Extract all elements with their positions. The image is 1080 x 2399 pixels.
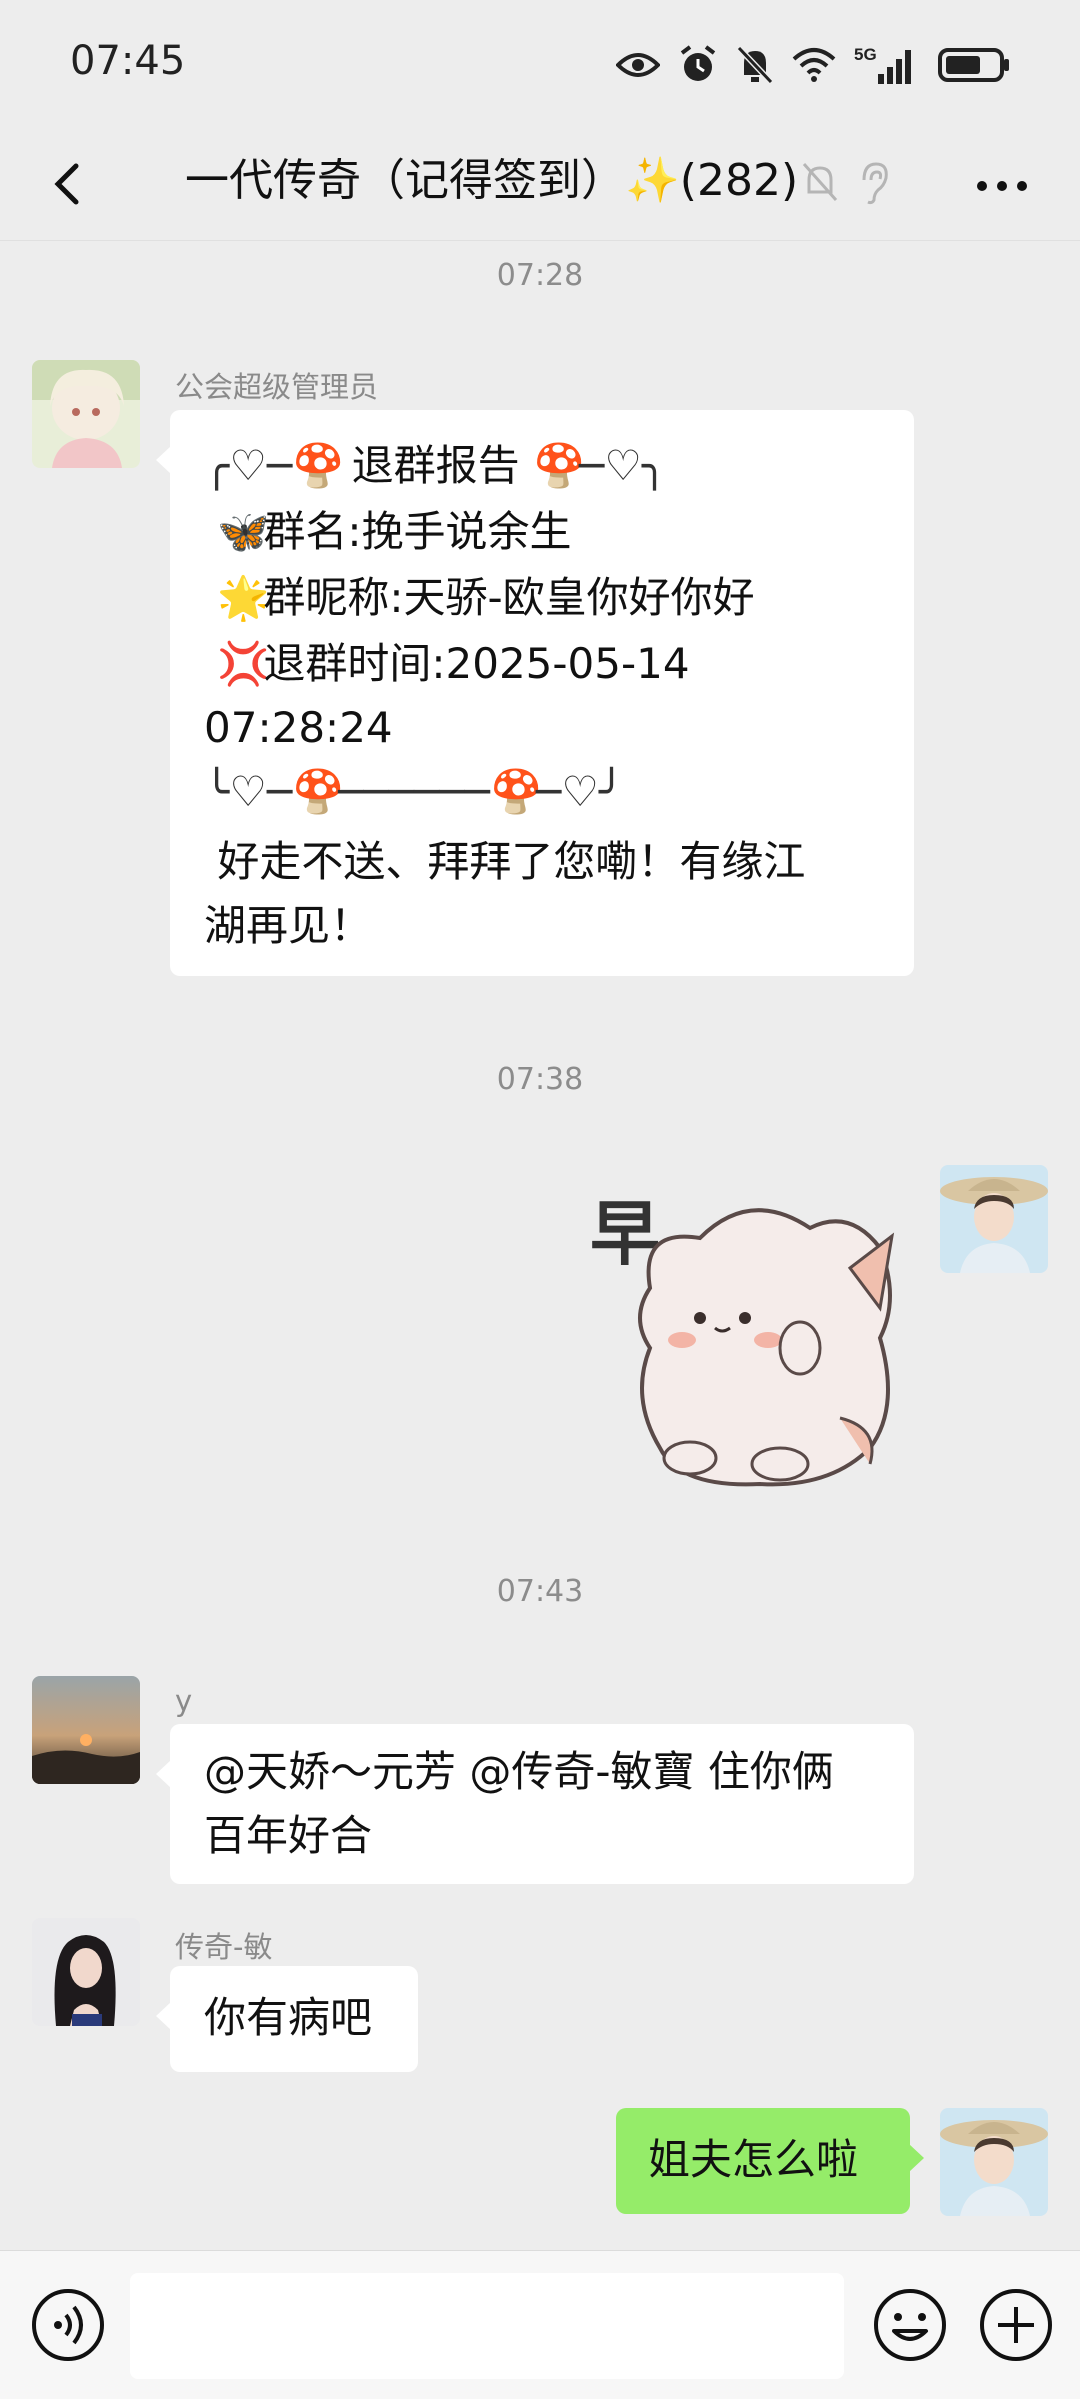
back-button[interactable]: [38, 152, 102, 216]
svg-text:5G: 5G: [854, 45, 877, 64]
star-icon: 🌟: [217, 573, 270, 622]
status-bar: 07:45 5G: [0, 0, 1080, 130]
muted-bell-icon: [802, 163, 838, 201]
butterfly-icon: 🦋: [217, 507, 270, 556]
heart-divider-decoration: ─♡╮: [578, 441, 668, 490]
emoji-icon: [874, 2289, 946, 2361]
mute-bell-icon: [736, 45, 774, 85]
avatar-me[interactable]: [940, 2108, 1048, 2216]
battery-icon: [938, 48, 1009, 82]
chat-title-text: 一代传奇（记得签到）✨: [185, 155, 680, 206]
exit-time-line: 退群时间:2025-05-14: [263, 639, 690, 688]
message-line: 百年好合: [204, 1811, 373, 1860]
plus-icon: [980, 2289, 1052, 2361]
chat-title: 一代传奇（记得签到）✨(282): [185, 144, 798, 208]
ear-icon: [862, 162, 888, 205]
more-button[interactable]: [970, 156, 1034, 216]
sticker-image[interactable]: 早: [580, 1168, 920, 1498]
avatar-me[interactable]: [940, 1165, 1048, 1273]
message-bubble-mine[interactable]: 姐夫怎么啦: [616, 2108, 924, 2214]
sender-name: y: [175, 1684, 193, 1718]
heart-divider-decoration: ╭♡─: [204, 441, 293, 490]
message-bubble[interactable]: 你有病吧: [156, 1966, 418, 2072]
farewell-line-continued: 湖再见！: [204, 901, 373, 950]
message-line: ╭♡─🍄 退群报告 🍄─♡╮: [204, 434, 805, 498]
message-line: @天娇～元芳 @传奇-敏寶 住你俩: [204, 1747, 834, 1796]
signal-5g-icon: 5G: [854, 45, 911, 84]
emoji-button[interactable]: [870, 2285, 950, 2369]
voice-button[interactable]: [28, 2285, 108, 2369]
sender-name: 传奇-敏: [175, 1930, 273, 1964]
message-timestamp: 07:43: [496, 1574, 584, 1609]
chat-header: 一代传奇（记得签到）✨(282): [0, 130, 1080, 241]
message-input[interactable]: [130, 2273, 844, 2379]
alarm-icon: [680, 45, 716, 81]
farewell-text: 好走不送、拜拜了您嘞！有缘江: [217, 837, 806, 886]
message-line: 💢退群时间:2025-05-14: [204, 632, 805, 696]
message-line: 🌟群昵称:天骄-欧皇你好你好: [204, 566, 805, 630]
message-line: ╰♡─🍄──────🍄─♡╯: [204, 760, 805, 824]
sender-name: 公会超级管理员: [175, 370, 379, 404]
heart-divider-decoration: ─♡╯: [535, 767, 625, 816]
mushroom-icon: 🍄: [292, 441, 345, 490]
group-nickname-line: 群昵称:天骄-欧皇你好你好: [263, 573, 755, 622]
line-divider-decoration: ──────: [338, 767, 490, 816]
voice-icon: [32, 2289, 104, 2361]
avatar-y[interactable]: [32, 1676, 140, 1784]
avatar-min[interactable]: [32, 1918, 140, 2026]
anger-icon: 💢: [217, 639, 270, 688]
farewell-line: 好走不送、拜拜了您嘞！有缘江: [204, 830, 805, 894]
message-line: 你有病吧: [204, 1993, 373, 2042]
heart-divider-decoration: ╰♡─: [204, 767, 293, 816]
input-bar: [0, 2250, 1080, 2399]
group-name-line: 群名:挽手说余生: [263, 507, 572, 556]
mushroom-icon: 🍄: [489, 767, 543, 816]
wifi-icon: [792, 48, 836, 82]
status-icons: 5G: [616, 40, 1010, 90]
message-timestamp: 07:38: [496, 1062, 584, 1097]
message-bubble[interactable]: ╭♡─🍄 退群报告 🍄─♡╮ 🦋群名:挽手说余生 🌟群昵称:天骄-欧皇你好你好 …: [156, 410, 914, 976]
message-line: 姐夫怎么啦: [648, 2135, 859, 2184]
message-line: 🦋群名:挽手说余生: [204, 500, 805, 564]
member-count: (282): [679, 155, 799, 206]
chevron-left-icon: [54, 163, 79, 205]
eye-icon: [616, 53, 660, 77]
avatar-admin[interactable]: [32, 360, 140, 468]
mushroom-icon: 🍄: [532, 441, 586, 490]
message-timestamp: 07:28: [496, 258, 584, 293]
exit-time-continued: 07:28:24: [204, 703, 393, 752]
more-actions-button[interactable]: [976, 2285, 1056, 2369]
report-title: 退群报告: [351, 441, 520, 490]
more-horizontal-icon: [977, 181, 1027, 191]
status-time: 07:45: [70, 38, 186, 84]
mushroom-icon: 🍄: [292, 767, 345, 816]
message-bubble[interactable]: @天娇～元芳 @传奇-敏寶 住你俩 百年好合: [156, 1724, 914, 1884]
